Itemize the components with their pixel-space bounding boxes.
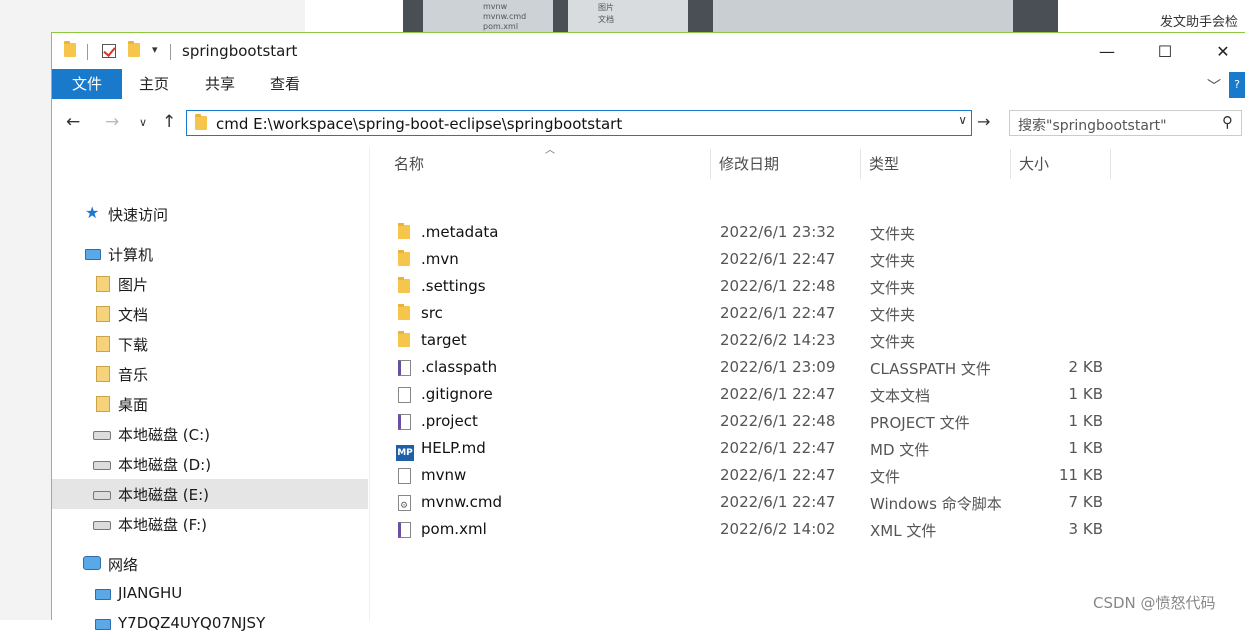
nav-item-drive-c[interactable]: 本地磁盘 (C:)	[52, 419, 368, 449]
forward-arrow-icon[interactable]: →	[105, 112, 119, 132]
config-file-icon	[398, 522, 412, 538]
file-row[interactable]: mvnw.cmd 2022/6/1 22:47 Windows 命令脚本 7 K…	[370, 490, 1245, 517]
nav-item-music[interactable]: 音乐	[52, 359, 368, 389]
folder-icon	[398, 277, 412, 295]
expand-ribbon-chevron-icon[interactable]: ﹀	[1207, 76, 1221, 96]
file-row[interactable]: src 2022/6/1 22:47 文件夹	[370, 301, 1245, 328]
config-file-icon	[398, 414, 412, 430]
folder-icon	[64, 41, 76, 61]
file-row[interactable]: MP HELP.md 2022/6/1 22:47 MD 文件 1 KB	[370, 436, 1245, 463]
file-row[interactable]: mvnw 2022/6/1 22:47 文件 11 KB	[370, 463, 1245, 490]
pictures-icon	[96, 276, 112, 292]
column-header-type[interactable]: 类型	[860, 147, 1010, 179]
nav-item-pictures[interactable]: 图片	[52, 269, 368, 299]
search-input[interactable]: 搜索"springbootstart" ⚲	[1009, 110, 1242, 136]
folder-icon	[398, 223, 412, 241]
drive-icon	[93, 426, 111, 442]
navigation-bar: ← → ∨ ↑ cmd E:\workspace\spring-boot-ecl…	[52, 101, 1245, 147]
drive-icon	[93, 456, 111, 472]
window-title: springbootstart	[182, 42, 298, 60]
ribbon-tabs: 文件 主页 共享 查看 ﹀ ?	[52, 69, 1245, 101]
title-bar: ▾ springbootstart — ☐ ✕	[52, 33, 1245, 69]
config-file-icon	[398, 360, 412, 376]
file-row[interactable]: pom.xml 2022/6/2 14:02 XML 文件 3 KB	[370, 517, 1245, 544]
file-row[interactable]: .metadata 2022/6/1 23:32 文件夹	[370, 220, 1245, 247]
network-computer-icon	[95, 616, 111, 632]
nav-item-computer[interactable]: 计算机	[52, 239, 368, 269]
cmd-file-icon	[398, 495, 412, 511]
properties-icon[interactable]	[102, 44, 116, 62]
nav-item-desktop[interactable]: 桌面	[52, 389, 368, 419]
nav-item-drive-e[interactable]: 本地磁盘 (E:)	[52, 479, 368, 509]
markdown-file-icon: MP	[396, 441, 414, 461]
nav-item-documents[interactable]: 文档	[52, 299, 368, 329]
search-placeholder: 搜索"springbootstart"	[1018, 118, 1167, 134]
documents-icon	[96, 306, 112, 322]
network-icon	[83, 556, 101, 572]
text-file-icon	[398, 387, 412, 403]
drive-icon	[93, 516, 111, 532]
file-row[interactable]: .mvn 2022/6/1 22:47 文件夹	[370, 247, 1245, 274]
maximize-button[interactable]: ☐	[1136, 33, 1194, 69]
nav-item-quick-access[interactable]: ★ 快速访问	[52, 199, 368, 229]
address-dropdown-chevron-icon[interactable]: ∨	[958, 113, 967, 127]
file-row[interactable]: .gitignore 2022/6/1 22:47 文本文档 1 KB	[370, 382, 1245, 409]
back-arrow-icon[interactable]: ←	[66, 112, 80, 132]
drive-icon	[93, 486, 111, 502]
search-icon[interactable]: ⚲	[1222, 113, 1233, 131]
tab-share[interactable]: 共享	[198, 69, 242, 99]
file-row[interactable]: .project 2022/6/1 22:48 PROJECT 文件 1 KB	[370, 409, 1245, 436]
tab-home[interactable]: 主页	[132, 69, 176, 99]
nav-item-drive-f[interactable]: 本地磁盘 (F:)	[52, 509, 368, 539]
up-arrow-icon[interactable]: ↑	[162, 112, 176, 132]
watermark: CSDN @愤怒代码	[1093, 594, 1216, 612]
column-header-name[interactable]: 名称	[370, 147, 710, 179]
file-row[interactable]: target 2022/6/2 14:23 文件夹	[370, 328, 1245, 355]
blank-file-icon	[398, 468, 412, 484]
close-button[interactable]: ✕	[1194, 33, 1245, 69]
background-photo: mvnw mvnw.cmd pom.xml 图片 文档	[403, 0, 1058, 32]
file-row[interactable]: .classpath 2022/6/1 23:09 CLASSPATH 文件 2…	[370, 355, 1245, 382]
star-icon: ★	[85, 203, 100, 222]
nav-item-downloads[interactable]: 下载	[52, 329, 368, 359]
nav-item-y7dqz4uyq07njsy[interactable]: Y7DQZ4UYQ07NJSY	[52, 609, 368, 639]
tab-view[interactable]: 查看	[263, 69, 307, 99]
background-right-text: 发文助手会检	[1160, 15, 1239, 30]
nav-item-jianghu[interactable]: JIANGHU	[52, 579, 368, 609]
folder-icon	[398, 250, 412, 268]
music-icon	[96, 366, 112, 382]
computer-icon	[85, 246, 101, 262]
folder-icon	[398, 331, 412, 349]
explorer-window: ▾ springbootstart — ☐ ✕ 文件 主页 共享 查看 ﹀ ? …	[51, 32, 1245, 632]
address-bar[interactable]: cmd E:\workspace\spring-boot-eclipse\spr…	[186, 110, 972, 136]
go-arrow-icon[interactable]: →	[977, 112, 990, 131]
address-text[interactable]: cmd E:\workspace\spring-boot-eclipse\spr…	[216, 115, 622, 133]
nav-item-network[interactable]: 网络	[52, 549, 368, 579]
tab-file[interactable]: 文件	[52, 69, 122, 99]
folder-icon	[195, 114, 207, 130]
column-header-size[interactable]: 大小	[1010, 147, 1110, 179]
folder-icon	[398, 304, 412, 322]
file-list: ︿ 名称 修改日期 类型 大小 .metadata 2022/6/1 23:32…	[370, 145, 1245, 621]
desktop-background-gap	[305, 0, 403, 32]
file-row[interactable]: .settings 2022/6/1 22:48 文件夹	[370, 274, 1245, 301]
nav-item-drive-d[interactable]: 本地磁盘 (D:)	[52, 449, 368, 479]
customize-quick-access-icon[interactable]: ▾	[152, 43, 158, 56]
column-header-date[interactable]: 修改日期	[710, 147, 860, 179]
new-folder-icon[interactable]	[128, 41, 140, 61]
network-computer-icon	[95, 586, 111, 602]
desktop-icon	[96, 396, 112, 412]
navigation-pane: ★ 快速访问 计算机 图片 文档 下载 音乐 桌面 本地磁盘 (C:) 本地磁盘…	[52, 147, 368, 632]
recent-locations-chevron-icon[interactable]: ∨	[139, 116, 147, 129]
downloads-icon	[96, 336, 112, 352]
help-icon[interactable]: ?	[1229, 72, 1245, 98]
minimize-button[interactable]: —	[1078, 33, 1136, 69]
